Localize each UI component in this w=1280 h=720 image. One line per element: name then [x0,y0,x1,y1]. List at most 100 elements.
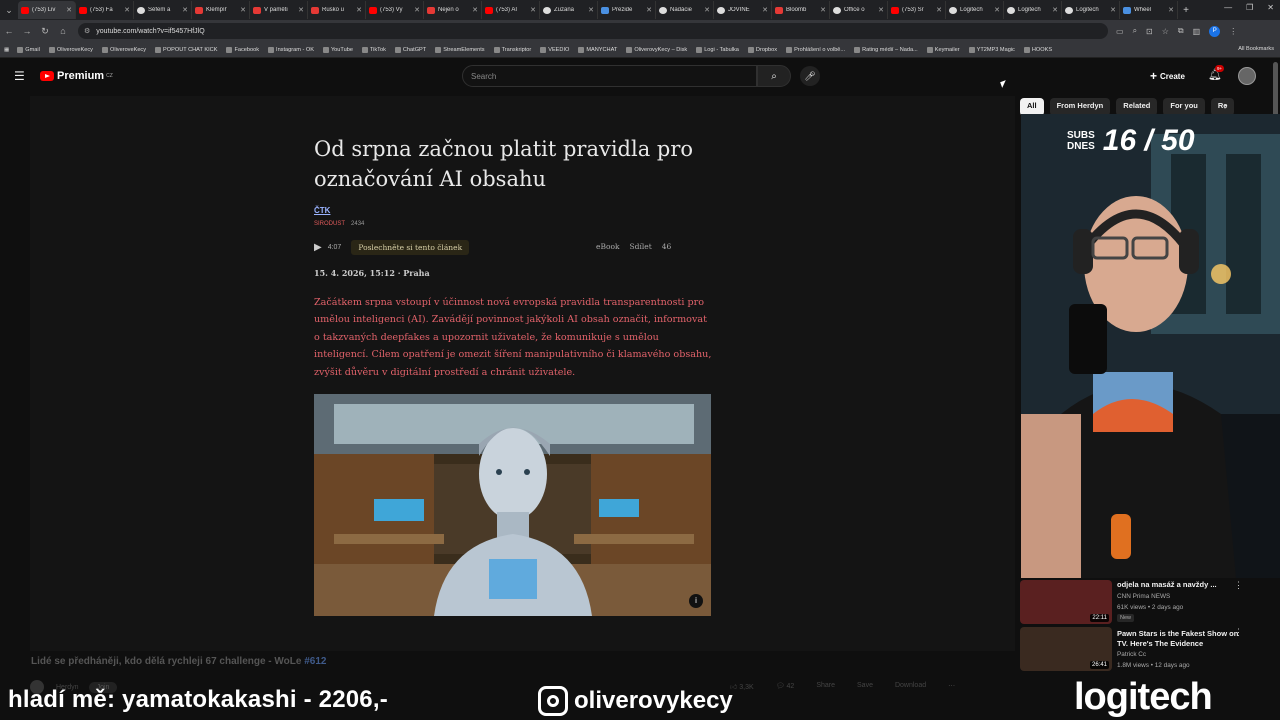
menu-icon[interactable]: ☰ [14,69,25,83]
bookmark-item[interactable]: TikTok [361,46,386,53]
browser-tab[interactable]: (753) AI ✕ [482,1,540,19]
new-tab-button[interactable]: + [1178,5,1194,16]
bookmark-item[interactable]: StreamElements [435,46,485,53]
bookmark-item[interactable]: Transkriptor [493,46,531,53]
recommendation-item[interactable]: 26:41 Pawn Stars is the Fakest Show on T… [1020,627,1250,671]
browser-menu-icon[interactable]: ⋮ [1229,27,1237,36]
close-tab-icon[interactable]: ✕ [414,6,420,14]
close-tab-icon[interactable]: ✕ [994,6,1000,14]
browser-tab[interactable]: Klempíř ✕ [192,1,250,19]
notifications-button[interactable]: 🔔︎ 9+ [1208,65,1225,81]
back-button[interactable]: ← [0,26,18,36]
bookmark-star-icon[interactable]: ☆ [1162,27,1169,36]
close-tab-icon[interactable]: ✕ [588,6,594,14]
close-tab-icon[interactable]: ✕ [878,6,884,14]
close-tab-icon[interactable]: ✕ [646,6,652,14]
close-tab-icon[interactable]: ✕ [820,6,826,14]
apps-icon[interactable]: ▦ [4,47,9,53]
create-button[interactable]: + Create [1150,69,1185,83]
voice-search-button[interactable]: 🎤︎ [800,66,820,86]
browser-tab[interactable]: Wheel ✕ [1120,1,1178,19]
browser-tab[interactable]: JOVINE ✕ [714,1,772,19]
recommendation-title[interactable]: odjela na masáž a navždy ... [1117,580,1245,590]
browser-tab[interactable]: Logitech ✕ [1062,1,1120,19]
browser-tab[interactable]: Logitech ✕ [946,1,1004,19]
profile-avatar[interactable]: P [1209,25,1221,37]
chevron-right-icon[interactable]: › [1224,101,1227,112]
home-button[interactable]: ⌂ [54,26,72,36]
close-tab-icon[interactable]: ✕ [762,6,768,14]
sidepanel-icon[interactable]: ▥ [1193,27,1201,36]
youtube-logo[interactable]: Premium CZ [40,70,113,82]
browser-tab[interactable]: (753) Liv ✕ [18,1,76,19]
bookmark-item[interactable]: Prohlášení o volbě... [786,46,845,53]
browser-tab[interactable]: Office o ✕ [830,1,888,19]
install-icon[interactable]: ⊡ [1146,27,1153,36]
more-options-icon[interactable]: ⋮ [1234,580,1243,591]
like-button[interactable]: 👍︎ 3,3K [730,682,754,691]
bookmark-item[interactable]: Facebook [226,46,259,53]
download-button[interactable]: Download [895,682,926,691]
cast-icon[interactable]: ▭ [1116,27,1124,36]
bookmark-item[interactable]: Gmail [17,46,40,53]
save-button[interactable]: Save [857,682,873,691]
bookmark-item[interactable]: ChatGPT [394,46,426,53]
account-avatar[interactable] [1238,67,1256,85]
browser-tab[interactable]: Prezide ✕ [598,1,656,19]
search-button[interactable]: ⌕ [757,65,791,87]
bookmark-item[interactable]: HOOKS [1023,46,1052,53]
close-tab-icon[interactable]: ✕ [356,6,362,14]
browser-tab[interactable]: Šéfem a ✕ [134,1,192,19]
browser-tab[interactable]: Logitech ✕ [1004,1,1062,19]
bookmark-item[interactable]: Logi - Tabulka [696,46,739,53]
close-tab-icon[interactable]: ✕ [182,6,188,14]
recommendation-title[interactable]: Pawn Stars is the Fakest Show on TV. Her… [1117,629,1245,649]
url-field[interactable]: ⚙ youtube.com/watch?v=if5457HfJlQ [78,23,1108,39]
close-tab-icon[interactable]: ✕ [704,6,710,14]
extensions-icon[interactable]: ⧉ [1178,26,1184,36]
close-tab-icon[interactable]: ✕ [1168,6,1174,14]
recommendation-thumbnail[interactable]: 22:11 [1020,580,1112,624]
search-input[interactable]: Search [462,65,757,87]
bookmark-item[interactable]: OliveroveKecy [101,46,146,53]
browser-tab[interactable]: (753) Sr ✕ [888,1,946,19]
tab-search-button[interactable]: ⌄ [0,0,18,20]
forward-button[interactable]: → [18,26,36,36]
recommendation-channel[interactable]: Patrick Cc [1117,651,1146,658]
site-info-icon[interactable]: ⚙ [84,27,90,35]
close-tab-icon[interactable]: ✕ [124,6,130,14]
browser-tab[interactable]: V paměti ✕ [250,1,308,19]
reload-button[interactable]: ↻ [36,26,54,37]
bookmark-item[interactable]: YT2MP3 Magic [968,46,1015,53]
maximize-button[interactable]: ❐ [1246,3,1253,12]
browser-tab[interactable]: Nadácie ✕ [656,1,714,19]
bookmark-item[interactable]: POPOUT CHAT KICK [155,46,217,53]
browser-tab[interactable]: (753) Fa ✕ [76,1,134,19]
share-button[interactable]: Share [816,682,835,691]
close-tab-icon[interactable]: ✕ [530,6,536,14]
bookmark-item[interactable]: YouTube [322,46,353,53]
minimize-button[interactable]: — [1224,3,1232,12]
close-tab-icon[interactable]: ✕ [66,6,72,14]
bookmark-item[interactable]: MANYCHAT [578,46,617,53]
browser-tab[interactable]: Bloomb ✕ [772,1,830,19]
browser-tab[interactable]: Nejen o ✕ [424,1,482,19]
bookmark-item[interactable]: Dropbox [747,46,777,53]
bookmark-item[interactable]: OliveroveKecy [48,46,93,53]
bookmark-item[interactable]: Keymailer [926,46,960,53]
bookmark-item[interactable]: Instagram - OK [268,46,314,53]
more-actions-icon[interactable]: ⋯ [948,682,955,691]
page-scrollbar[interactable] [1273,62,1278,122]
browser-tab[interactable]: Zuzana ✕ [540,1,598,19]
video-player[interactable]: Od srpna začnou platit pravidla pro ozna… [30,96,1015,651]
recommendation-thumbnail[interactable]: 26:41 [1020,627,1112,671]
bookmark-item[interactable]: OliverovyKecy – Disk [626,46,687,53]
bookmark-item[interactable]: VEEDIO [540,46,569,53]
close-window-button[interactable]: ✕ [1267,3,1274,12]
bookmark-item[interactable]: Rating médií – Nada... [854,46,918,53]
browser-tab[interactable]: Rusko u ✕ [308,1,366,19]
close-tab-icon[interactable]: ✕ [472,6,478,14]
browser-tab[interactable]: (753) Vy ✕ [366,1,424,19]
close-tab-icon[interactable]: ✕ [1110,6,1116,14]
recommendation-item[interactable]: 22:11 odjela na masáž a navždy ... CNN P… [1020,580,1250,624]
